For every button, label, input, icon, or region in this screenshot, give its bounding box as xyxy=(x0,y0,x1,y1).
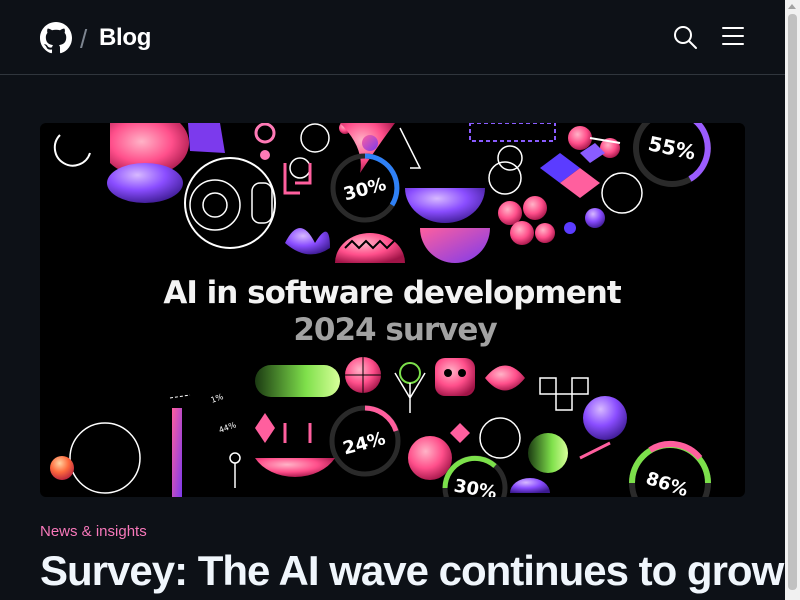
search-icon[interactable] xyxy=(672,24,698,50)
breadcrumb-separator: / xyxy=(80,24,88,54)
hamburger-menu-icon[interactable] xyxy=(721,24,745,48)
hero-title: AI in software development xyxy=(163,275,621,311)
hero-percent-55: 55% xyxy=(646,131,698,164)
hero-label-1pct: 1% xyxy=(210,392,225,405)
hero-image[interactable]: 55% 30% AI in software development 2024 … xyxy=(40,123,745,497)
hero-percent-30-bottom: 30% xyxy=(452,475,498,497)
github-mark-icon[interactable] xyxy=(40,22,72,54)
vertical-scrollbar[interactable] xyxy=(785,0,800,600)
hero-percent-30-top: 30% xyxy=(341,174,388,205)
hero-percent-24: 24% xyxy=(341,428,388,459)
article-title[interactable]: Survey: The AI wave continues to grow xyxy=(40,545,784,597)
blog-page: / Blog 55% 30% AI in software developmen… xyxy=(0,0,785,600)
site-header: / Blog xyxy=(0,0,785,75)
hero-artwork: 55% 30% AI in software development 2024 … xyxy=(50,123,711,497)
hero-subtitle: 2024 survey xyxy=(293,312,497,348)
hero-label-44pct: 44% xyxy=(218,420,238,435)
scrollbar-thumb[interactable] xyxy=(788,14,797,590)
scroll-up-arrow-icon[interactable] xyxy=(788,4,796,9)
blog-home-link[interactable]: Blog xyxy=(99,24,151,52)
article-category-link[interactable]: News & insights xyxy=(40,523,147,540)
hero-percent-86: 86% xyxy=(643,468,690,497)
